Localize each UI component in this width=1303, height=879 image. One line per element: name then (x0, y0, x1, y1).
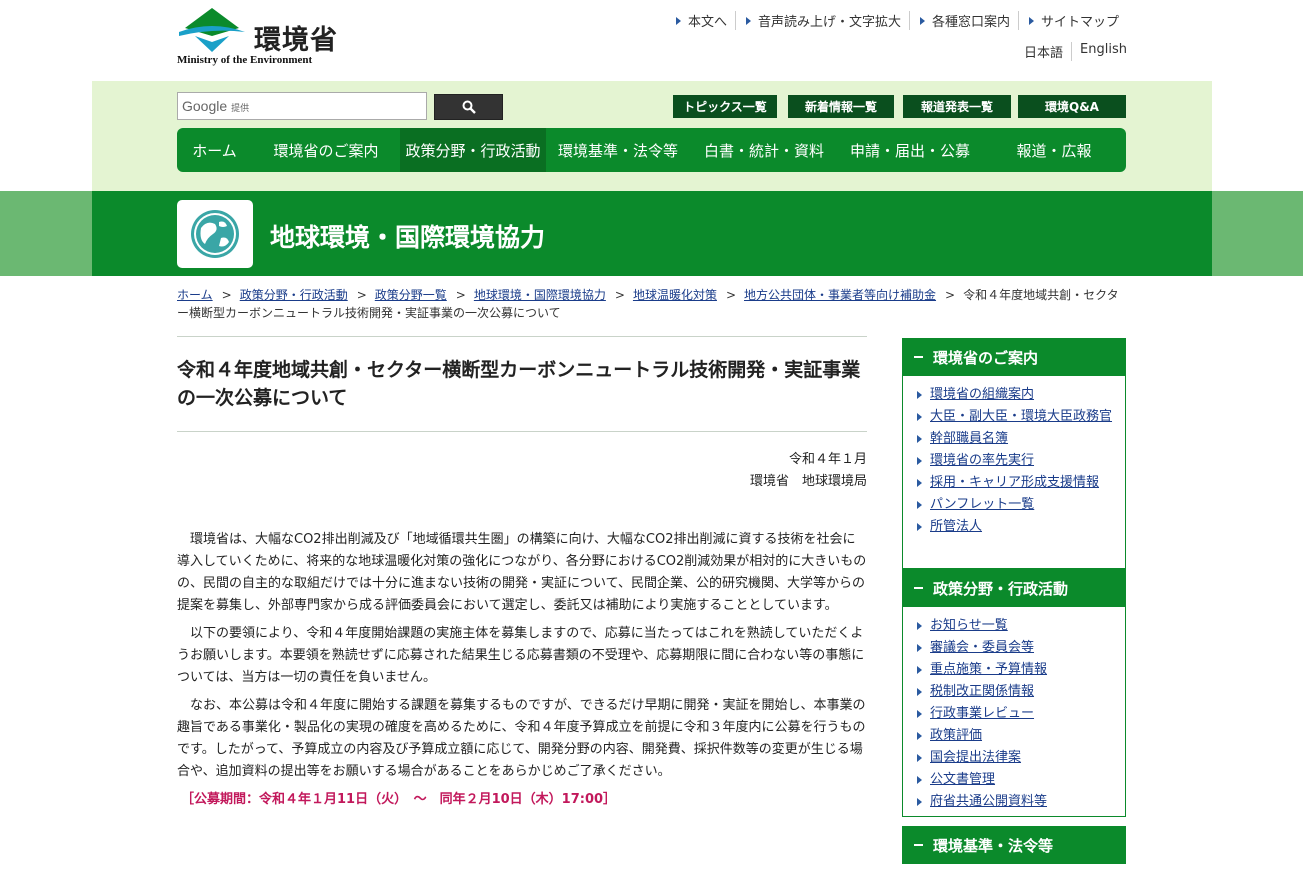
title-divider-bottom (177, 431, 867, 432)
triangle-right-icon (917, 457, 922, 465)
section-title: 地球環境・国際環境協力 (270, 223, 546, 252)
triangle-right-icon (917, 391, 922, 399)
ministry-logo[interactable]: 環境省 Ministry of the Environment (177, 6, 357, 68)
nav-standards-laws[interactable]: 環境基準・法令等 (546, 128, 690, 172)
sidebar-section-about: 環境省のご案内 環境省の組織案内 大臣・副大臣・環境大臣政務官 幹部職員名簿 環… (902, 338, 1126, 569)
sidebar-item[interactable]: 所管法人 (917, 518, 1117, 536)
application-period: ［公募期間：令和４年１月11日（火） ～ 同年２月10日（木）17:00］ (181, 792, 617, 807)
triangle-right-icon (917, 435, 922, 443)
skip-to-content-link[interactable]: 本文へ (666, 11, 735, 30)
logo-text-en: Ministry of the Environment (177, 54, 313, 66)
breadcrumb-global-env[interactable]: 地球環境・国際環境協力 (474, 288, 606, 302)
triangle-right-icon (917, 479, 922, 487)
sidebar-item[interactable]: 大臣・副大臣・環境大臣政務官 (917, 408, 1117, 426)
breadcrumb: ホーム > 政策分野・行政活動 > 政策分野一覧 > 地球環境・国際環境協力 > 地球温暖化対策… (177, 288, 1119, 320)
sidebar-item[interactable]: 環境省の率先実行 (917, 452, 1117, 470)
breadcrumb-policy-list[interactable]: 政策分野一覧 (375, 288, 447, 302)
sidebar-item[interactable]: お知らせ一覧 (917, 617, 1117, 635)
breadcrumb-subsidies[interactable]: 地方公共団体・事業者等向け補助金 (744, 288, 936, 302)
sidebar-item[interactable]: パンフレット一覧 (917, 496, 1117, 514)
breadcrumb-warming[interactable]: 地球温暖化対策 (633, 288, 717, 302)
sidebar-heading[interactable]: 政策分野・行政活動 (902, 569, 1126, 607)
triangle-right-icon (675, 16, 681, 25)
sidebar-item[interactable]: 公文書管理 (917, 771, 1117, 789)
sidebar-item[interactable]: 政策評価 (917, 727, 1117, 745)
nav-home[interactable]: ホーム (177, 128, 252, 172)
issuer-block: 令和４年１月 環境省 地球環境局 (567, 449, 867, 493)
triangle-right-icon (917, 644, 922, 652)
triangle-right-icon (917, 413, 922, 421)
sidebar-item[interactable]: 環境省の組織案内 (917, 386, 1117, 404)
article-body: 環境省は、大幅なCO2排出削減及び「地域循環共生圏」の構築に向け、大幅なCO2排… (177, 529, 867, 817)
triangle-right-icon (917, 501, 922, 509)
triangle-right-icon (917, 798, 922, 806)
triangle-right-icon (917, 754, 922, 762)
logo-mark-icon (179, 8, 245, 52)
nav-press-pr[interactable]: 報道・広報 (982, 128, 1126, 172)
triangle-right-icon (917, 622, 922, 630)
article-paragraph: 環境省は、大幅なCO2排出削減及び「地域循環共生圏」の構築に向け、大幅なCO2排… (177, 532, 867, 613)
lang-japanese[interactable]: 日本語 (1016, 42, 1071, 61)
sidebar-item[interactable]: 税制改正関係情報 (917, 683, 1117, 701)
sidebar-item[interactable]: 採用・キャリア形成支援情報 (917, 474, 1117, 492)
nav-policy-areas[interactable]: 政策分野・行政活動 (400, 128, 546, 172)
nav-applications[interactable]: 申請・届出・公募 (838, 128, 982, 172)
issuing-organization: 環境省 地球環境局 (749, 474, 867, 489)
triangle-right-icon (917, 523, 922, 531)
google-brand-sub: 提供 (231, 103, 250, 113)
article-paragraph: なお、本公募は令和４年度に開始する課題を募集するものですが、できるだけ早期に開発… (177, 698, 866, 779)
title-divider-top (177, 336, 867, 337)
section-icon-box (177, 200, 253, 268)
minus-icon (914, 844, 923, 846)
breadcrumb-policy[interactable]: 政策分野・行政活動 (240, 288, 348, 302)
minus-icon (914, 356, 923, 358)
search-icon (462, 100, 476, 114)
breadcrumb-home[interactable]: ホーム (177, 288, 213, 302)
minus-icon (914, 587, 923, 589)
main-navigation: ホーム 環境省のご案内 政策分野・行政活動 環境基準・法令等 白書・統計・資料 … (177, 128, 1126, 172)
triangle-right-icon (917, 688, 922, 696)
nav-whitepaper-stats[interactable]: 白書・統計・資料 (690, 128, 838, 172)
sidebar-list: 環境省の組織案内 大臣・副大臣・環境大臣政務官 幹部職員名簿 環境省の率先実行 … (902, 376, 1126, 569)
nav-about-ministry[interactable]: 環境省のご案内 (252, 128, 400, 172)
issue-date: 令和４年１月 (788, 452, 867, 467)
triangle-right-icon (919, 16, 925, 25)
sitemap-link[interactable]: サイトマップ (1017, 11, 1127, 30)
lang-english[interactable]: English (1071, 42, 1127, 61)
accessibility-link[interactable]: 音声読み上げ・文字拡大 (734, 11, 909, 30)
sidebar-item[interactable]: 行政事業レビュー (917, 705, 1117, 723)
triangle-right-icon (917, 666, 922, 674)
sidebar-item[interactable]: 国会提出法律案 (917, 749, 1117, 767)
news-list-button[interactable]: 新着情報一覧 (788, 95, 894, 118)
globe-icon (191, 210, 239, 258)
sidebar-item[interactable]: 重点施策・予算情報 (917, 661, 1117, 679)
sidebar-item[interactable]: 府省共通公開資料等 (917, 793, 1117, 811)
page-title: 令和４年度地域共創・セクター横断型カーボンニュートラル技術開発・実証事業の一次公… (177, 359, 861, 409)
search-input[interactable]: Google 提供 (177, 92, 427, 120)
press-release-list-button[interactable]: 報道発表一覧 (903, 95, 1011, 118)
triangle-right-icon (745, 16, 751, 25)
triangle-right-icon (917, 776, 922, 784)
triangle-right-icon (917, 710, 922, 718)
utility-links: 本文へ 音声読み上げ・文字拡大 各種窓口案内 サイトマップ (666, 11, 1127, 30)
logo-text-jp: 環境省 (254, 25, 338, 56)
article-paragraph: 以下の要領により、令和４年度開始課題の実施主体を募集しますので、応募に当たっては… (177, 626, 865, 685)
triangle-right-icon (1028, 16, 1034, 25)
triangle-right-icon (917, 732, 922, 740)
site-header: 環境省 Ministry of the Environment 本文へ 音声読み… (0, 0, 1303, 81)
search-button[interactable] (434, 94, 503, 120)
contact-guide-link[interactable]: 各種窓口案内 (908, 11, 1018, 30)
google-brand: Google (182, 98, 228, 114)
sidebar-item[interactable]: 審議会・委員会等 (917, 639, 1117, 657)
topics-list-button[interactable]: トピックス一覧 (673, 95, 777, 118)
section-banner (92, 191, 1212, 276)
sidebar-heading[interactable]: 環境基準・法令等 (902, 826, 1126, 864)
sidebar-section-standards: 環境基準・法令等 (902, 826, 1126, 864)
sidebar-list: お知らせ一覧 審議会・委員会等 重点施策・予算情報 税制改正関係情報 行政事業レ… (902, 607, 1126, 817)
sidebar-heading[interactable]: 環境省のご案内 (902, 338, 1126, 376)
language-switcher: 日本語 English (1016, 42, 1127, 61)
sidebar-item[interactable]: 幹部職員名簿 (917, 430, 1117, 448)
sidebar-section-policy: 政策分野・行政活動 お知らせ一覧 審議会・委員会等 重点施策・予算情報 税制改正… (902, 569, 1126, 817)
environment-qa-button[interactable]: 環境Q&A (1018, 95, 1126, 118)
